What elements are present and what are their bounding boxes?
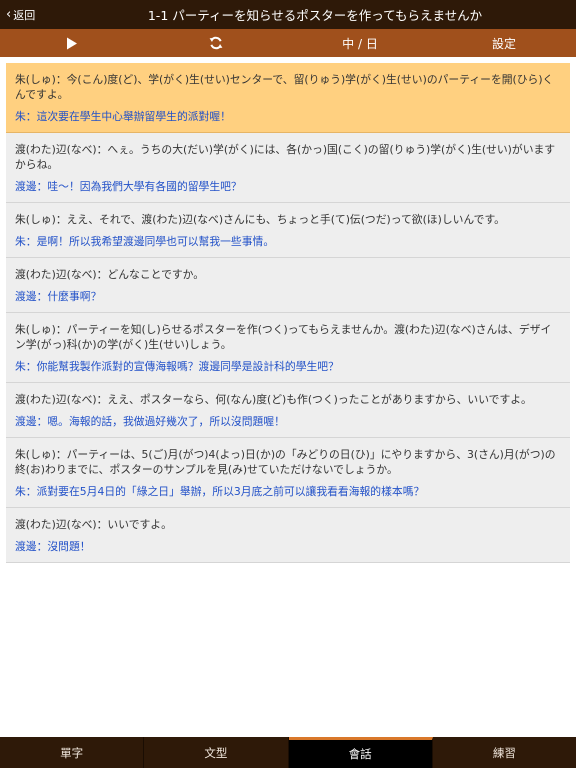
- dialogue-entry[interactable]: 渡(わた)辺(なべ)：どんなことですか。 渡邊：什麼事啊？: [6, 258, 570, 313]
- tab-vocabulary[interactable]: 單字: [0, 737, 145, 768]
- japanese-line: 渡(わた)辺(なべ)：いいですよ。: [15, 518, 172, 531]
- back-button[interactable]: ‹ 返回: [6, 0, 35, 29]
- repeat-button[interactable]: [144, 29, 288, 57]
- app-window: ‹ 返回 1-1 パーティーを知らせるポスターを作ってもらえませんか 中 / 日…: [0, 0, 576, 768]
- chinese-translation: 朱：是啊！所以我希望渡邊同學也可以幫我一些事情。: [15, 235, 275, 248]
- japanese-line: 朱(しゅ)：今(こん)度(ど)、学(がく)生(せい)センターで、留(りゅう)学(…: [15, 73, 554, 101]
- japanese-line: 朱(しゅ)：パーティーを知(し)らせるポスターを作(つく)ってもらえませんか。渡…: [15, 323, 552, 351]
- dialogue-entry[interactable]: 朱(しゅ)：ええ、それで、渡(わた)辺(なべ)さんにも、ちょっと手(て)伝(つだ…: [6, 203, 570, 258]
- dialogue-entry[interactable]: 朱(しゅ)：パーティーを知(し)らせるポスターを作(つく)ってもらえませんか。渡…: [6, 313, 570, 383]
- chevron-left-icon: ‹: [6, 7, 12, 22]
- tab-sentence-patterns[interactable]: 文型: [144, 737, 289, 768]
- chinese-translation: 渡邊：哇～！因為我們大學有各國的留學生吧？: [15, 180, 242, 193]
- dialogue-entry[interactable]: 渡(わた)辺(なべ)：へぇ。うちの大(だい)学(がく)には、各(かっ)国(こく)…: [6, 133, 570, 203]
- chinese-translation: 渡邊：什麼事啊？: [15, 290, 102, 303]
- japanese-line: 朱(しゅ)：ええ、それで、渡(わた)辺(なべ)さんにも、ちょっと手(て)伝(つだ…: [15, 213, 505, 226]
- chinese-translation: 朱：派對要在5月4日的「綠之日」舉辦，所以3月底之前可以讓我看看海報的樣本嗎？: [15, 485, 425, 498]
- dialogue-entry[interactable]: 朱(しゅ)：パーティーは、5(ご)月(がつ)4(よっ)日(か)の「みどりの日(ひ…: [6, 438, 570, 508]
- japanese-line: 渡(わた)辺(なべ)：へぇ。うちの大(だい)学(がく)には、各(かっ)国(こく)…: [15, 143, 556, 171]
- dialogue-entry[interactable]: 渡(わた)辺(なべ)：いいですよ。 渡邊：沒問題！: [6, 508, 570, 563]
- chinese-translation: 渡邊：嗯。海報的話，我做過好幾次了，所以沒問題喔！: [15, 415, 285, 428]
- japanese-line: 渡(わた)辺(なべ)：ええ、ポスターなら、何(なん)度(ど)も作(つく)ったこと…: [15, 393, 532, 406]
- repeat-icon: [209, 36, 223, 50]
- language-toggle-button[interactable]: 中 / 日: [288, 29, 432, 57]
- play-icon: [67, 37, 77, 49]
- title-bar: ‹ 返回 1-1 パーティーを知らせるポスターを作ってもらえませんか: [0, 0, 576, 29]
- dialogue-entry[interactable]: 朱(しゅ)：今(こん)度(ど)、学(がく)生(せい)センターで、留(りゅう)学(…: [6, 63, 570, 133]
- play-button[interactable]: [0, 29, 144, 57]
- tab-practice[interactable]: 練習: [433, 737, 576, 768]
- chinese-translation: 渡邊：沒問題！: [15, 540, 91, 553]
- japanese-line: 渡(わた)辺(なべ)：どんなことですか。: [15, 268, 205, 281]
- chinese-translation: 朱：你能幫我製作派對的宣傳海報嗎？渡邊同學是設計科的學生吧？: [15, 360, 339, 373]
- dialogue-entry[interactable]: 渡(わた)辺(なべ)：ええ、ポスターなら、何(なん)度(ど)も作(つく)ったこと…: [6, 383, 570, 438]
- back-label: 返回: [13, 8, 36, 22]
- toolbar: 中 / 日 設定: [0, 29, 576, 57]
- page-title: 1-1 パーティーを知らせるポスターを作ってもらえませんか: [147, 8, 483, 23]
- bottom-tab-bar: 單字 文型 會話 練習: [0, 737, 576, 768]
- tab-conversation[interactable]: 會話: [288, 737, 433, 768]
- dialogue-list: 朱(しゅ)：今(こん)度(ど)、学(がく)生(せい)センターで、留(りゅう)学(…: [6, 63, 570, 563]
- settings-button[interactable]: 設定: [432, 29, 576, 57]
- japanese-line: 朱(しゅ)：パーティーは、5(ご)月(がつ)4(よっ)日(か)の「みどりの日(ひ…: [15, 448, 556, 476]
- chinese-translation: 朱：這次要在學生中心舉辦留學生的派對喔！: [15, 110, 231, 123]
